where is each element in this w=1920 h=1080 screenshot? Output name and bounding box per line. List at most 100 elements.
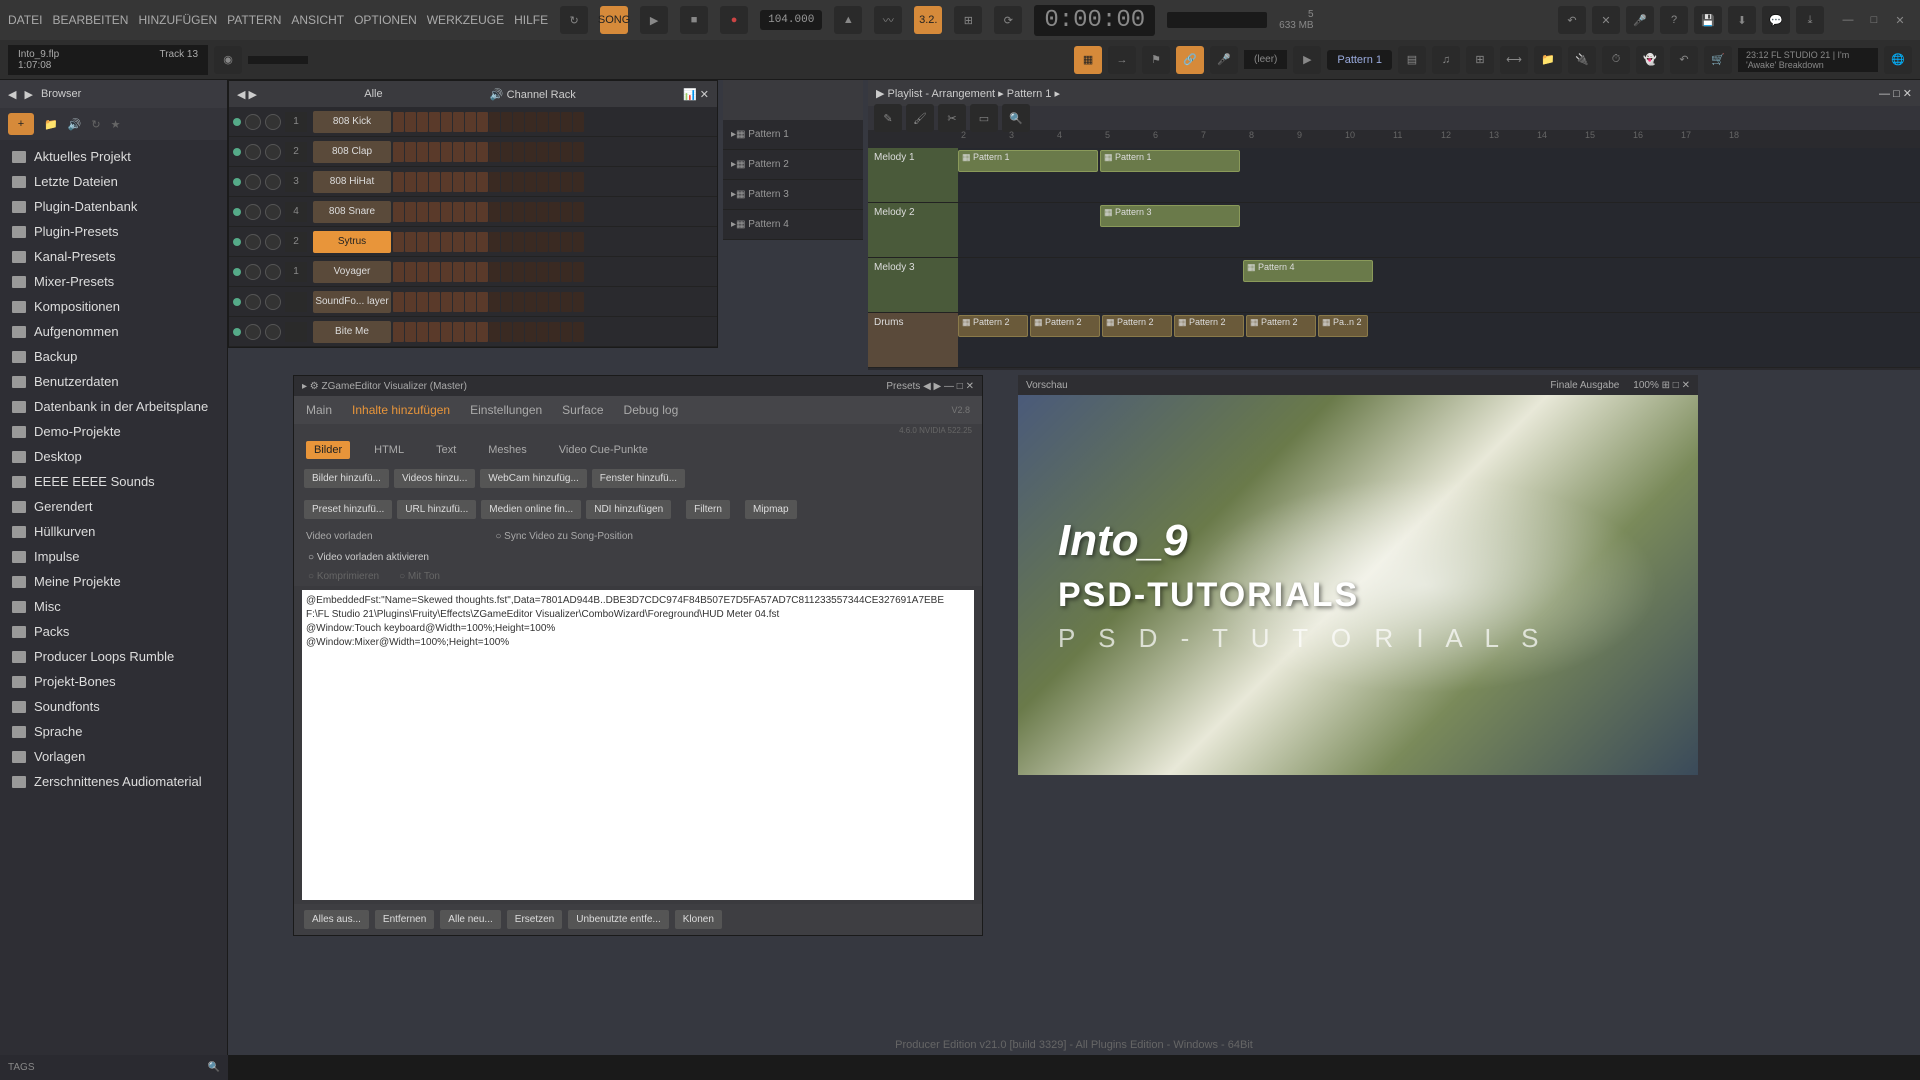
zge-action-button[interactable]: Preset hinzufü... [304,500,392,519]
step-button[interactable] [441,172,452,192]
step-button[interactable] [549,322,560,342]
step-button[interactable] [477,172,488,192]
menu-datei[interactable]: DATEI [8,13,42,27]
step-button[interactable] [573,142,584,162]
maximize-icon[interactable]: □ [1862,10,1886,30]
pan-knob[interactable] [245,114,261,130]
zge-action-button[interactable]: NDI hinzufügen [586,500,671,519]
step-button[interactable] [549,172,560,192]
pan-knob[interactable] [245,324,261,340]
step-button[interactable] [501,112,512,132]
step-button[interactable] [525,112,536,132]
shop-icon[interactable]: 🛒 [1704,46,1732,74]
ruler-mark[interactable]: 15 [1582,130,1630,148]
step-button[interactable] [393,232,404,252]
step-button[interactable] [405,112,416,132]
graph-icon[interactable]: 📊 [683,89,697,101]
browser-item[interactable]: Zerschnittenes Audiomaterial [0,769,227,794]
step-button[interactable] [477,262,488,282]
mute-dot[interactable] [233,208,241,216]
step-button[interactable] [525,172,536,192]
step-button[interactable] [477,322,488,342]
step-button[interactable] [537,322,548,342]
step-button[interactable] [441,322,452,342]
browser-item[interactable]: Soundfonts [0,694,227,719]
step-button[interactable] [417,112,428,132]
step-button[interactable] [453,202,464,222]
step-button[interactable] [393,262,404,282]
zge-bottom-button[interactable]: Unbenutzte entfe... [568,910,669,929]
step-button[interactable] [393,142,404,162]
step-button[interactable] [453,322,464,342]
save-icon[interactable]: 💾 [1694,6,1722,34]
pl-tool-zoom-icon[interactable]: 🔍 [1002,104,1030,132]
ruler-mark[interactable]: 18 [1726,130,1774,148]
step-button[interactable] [513,292,524,312]
step-button[interactable] [549,112,560,132]
zge-tab-debug[interactable]: Debug log [624,403,679,417]
pl-tool-draw-icon[interactable]: ✎ [874,104,902,132]
zge-sub-bilder[interactable]: Bilder [306,441,350,459]
step-button[interactable] [501,232,512,252]
ruler-mark[interactable]: 7 [1198,130,1246,148]
step-button[interactable] [513,112,524,132]
countdown-icon[interactable]: 3.2. [914,6,942,34]
playlist-clip[interactable]: ▦ Pattern 1 [1100,150,1240,172]
track-lane[interactable]: ▦ Pattern 1▦ Pattern 1 [958,148,1920,202]
channel-number[interactable]: 2 [285,142,307,162]
vol-knob[interactable] [265,294,281,310]
track-header[interactable]: Drums [868,313,958,367]
step-button[interactable] [537,112,548,132]
step-button[interactable] [477,142,488,162]
step-button[interactable] [489,232,500,252]
menu-ansicht[interactable]: ANSICHT [291,13,344,27]
step-button[interactable] [429,142,440,162]
progress-bar[interactable] [1167,12,1267,28]
browser-item[interactable]: Vorlagen [0,744,227,769]
minimize-icon[interactable]: — [1836,10,1860,30]
step-button[interactable] [561,202,572,222]
ghost-icon[interactable]: 👻 [1636,46,1664,74]
step-button[interactable] [513,232,524,252]
plugin-icon[interactable]: 🔌 [1568,46,1596,74]
step-button[interactable] [489,292,500,312]
zge-sub-html[interactable]: HTML [366,441,412,459]
marker-icon[interactable]: ⚑ [1142,46,1170,74]
step-button[interactable] [429,322,440,342]
playlist-clip[interactable]: ▦ Pattern 3 [1100,205,1240,227]
playlist-ruler[interactable]: 23456789101112131415161718 [868,130,1920,148]
step-button[interactable] [417,292,428,312]
link-icon[interactable]: 🔗 [1176,46,1204,74]
step-button[interactable] [465,202,476,222]
view-mixer-icon[interactable]: ⟷ [1500,46,1528,74]
tempo-icon[interactable]: ⏱ [1602,46,1630,74]
picker-pattern[interactable]: ▸▦ Pattern 1 [723,120,863,150]
zge-action-button[interactable]: Videos hinzu... [394,469,475,488]
browser-item[interactable]: Kanal-Presets [0,244,227,269]
step-button[interactable] [489,112,500,132]
step-button[interactable] [525,292,536,312]
step-button[interactable] [501,322,512,342]
zge-action-button[interactable]: URL hinzufü... [397,500,476,519]
ruler-mark[interactable]: 2 [958,130,1006,148]
step-button[interactable] [561,262,572,282]
browser-item[interactable]: Datenbank in der Arbeitsplane [0,394,227,419]
step-button[interactable] [417,172,428,192]
mute-dot[interactable] [233,148,241,156]
step-button[interactable] [501,202,512,222]
step-button[interactable] [549,142,560,162]
zge-action-button[interactable]: Fenster hinzufü... [592,469,685,488]
browser-item[interactable]: Backup [0,344,227,369]
step-button[interactable] [465,172,476,192]
zge-bottom-button[interactable]: Klonen [675,910,722,929]
zge-radio-ton[interactable]: ○ Mit Ton [399,571,440,582]
playlist-clip[interactable]: ▦ Pattern 4 [1243,260,1373,282]
step-button[interactable] [429,292,440,312]
expand-icon[interactable]: ▶ [24,88,32,101]
playlist-clip[interactable]: ▦ Pattern 1 [958,150,1098,172]
cr-close-icon[interactable]: ✕ [700,89,709,101]
step-button[interactable] [489,202,500,222]
undo-icon[interactable]: ↶ [1558,6,1586,34]
step-button[interactable] [561,232,572,252]
playlist-header[interactable]: ▶ Playlist - Arrangement ▸ Pattern 1 ▸ —… [868,80,1920,106]
